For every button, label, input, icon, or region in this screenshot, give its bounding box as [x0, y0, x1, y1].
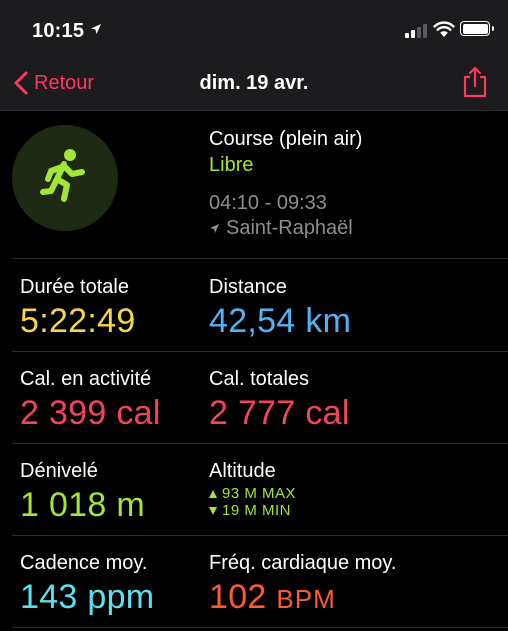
signal-icon: [405, 24, 427, 38]
activity-badge: [12, 125, 118, 231]
metric-label: Distance: [209, 276, 287, 298]
metric-value: 42,54 km: [209, 302, 352, 340]
metric-heart-rate: Fréq. cardiaque moy. 102 BPM: [209, 552, 397, 617]
altitude-max: 93 M MAX: [209, 485, 296, 502]
activity-goal-type: Libre: [209, 154, 254, 176]
status-time-text: 10:15: [32, 20, 85, 42]
metric-active-calories: Cal. en activité 2 399 cal: [20, 368, 161, 433]
activity-time-range: 04:10 - 09:33: [209, 192, 327, 214]
triangle-up-icon: [209, 489, 217, 498]
status-bar: 10:15: [0, 0, 508, 60]
location-arrow-icon: [209, 223, 220, 234]
altitude-min-text: 19 M MIN: [222, 502, 292, 519]
metric-value: 2 777 cal: [209, 394, 350, 432]
metric-value: 5:22:49: [20, 302, 136, 340]
metric-cadence: Cadence moy. 143 ppm: [20, 552, 154, 617]
share-icon: [463, 66, 487, 98]
activity-location: Saint-Raphaël: [209, 217, 353, 240]
workout-header: Course (plein air) Libre 04:10 - 09:33 S…: [0, 111, 508, 259]
wifi-icon: [433, 20, 455, 38]
metric-altitude: Altitude 93 M MAX 19 M MIN: [209, 460, 296, 519]
divider: [12, 627, 508, 628]
location-text: Saint-Raphaël: [226, 217, 353, 239]
metric-distance: Distance 42,54 km: [209, 276, 351, 341]
metric-value: 102 BPM: [209, 578, 397, 617]
battery-icon: [460, 21, 494, 36]
metric-value: 143 ppm: [20, 578, 155, 616]
navigation-bar: Retour dim. 19 avr.: [0, 60, 508, 111]
divider: [12, 535, 508, 536]
metric-label: Dénivelé: [20, 460, 98, 482]
activity-name: Course (plein air): [209, 128, 363, 150]
metric-label: Fréq. cardiaque moy.: [209, 552, 397, 574]
divider: [12, 351, 508, 352]
altitude-max-text: 93 M MAX: [222, 485, 297, 502]
metric-value: 1 018 m: [20, 486, 145, 524]
heart-rate-unit: BPM: [276, 584, 336, 614]
altitude-range: 93 M MAX 19 M MIN: [209, 485, 296, 519]
metric-label: Cal. totales: [209, 368, 310, 390]
divider: [12, 443, 508, 444]
location-arrow-icon: [90, 18, 102, 41]
divider: [12, 258, 508, 259]
metric-label: Altitude: [209, 460, 276, 482]
metric-label: Cadence moy.: [20, 552, 148, 574]
metric-duration: Durée totale 5:22:49: [20, 276, 136, 341]
status-time: 10:15: [32, 18, 102, 43]
metric-elevation: Dénivelé 1 018 m: [20, 460, 145, 525]
metric-label: Durée totale: [20, 276, 129, 298]
metric-total-calories: Cal. totales 2 777 cal: [209, 368, 350, 433]
running-figure-icon: [40, 149, 85, 202]
metric-label: Cal. en activité: [20, 368, 152, 390]
heart-rate-number: 102: [209, 578, 267, 616]
triangle-down-icon: [209, 506, 217, 515]
page-title: dim. 19 avr.: [199, 72, 309, 94]
share-button[interactable]: [462, 66, 488, 98]
altitude-min: 19 M MIN: [209, 502, 296, 519]
metric-value: 2 399 cal: [20, 394, 161, 432]
